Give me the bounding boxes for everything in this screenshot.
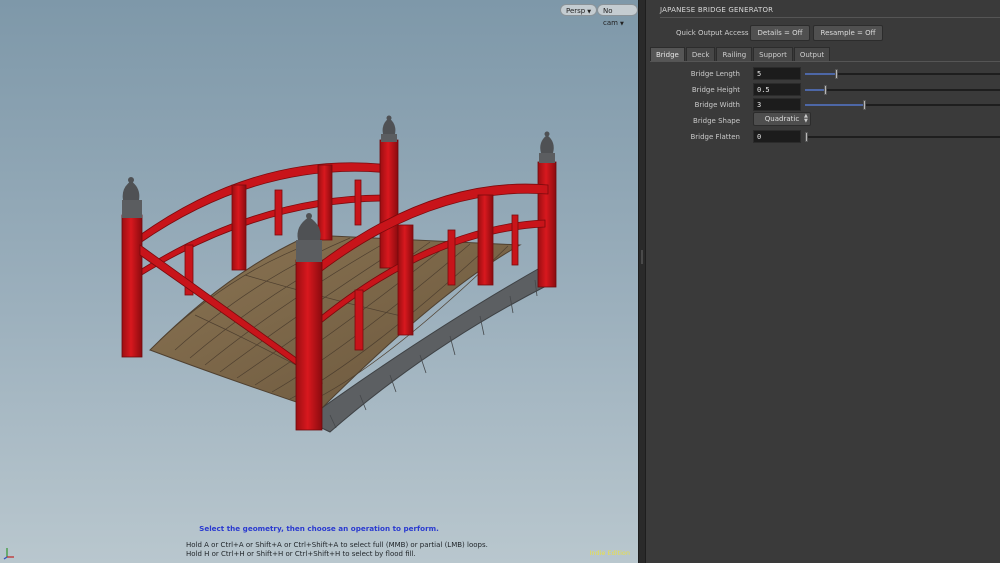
- bridge-height-field[interactable]: 0.5: [753, 83, 801, 96]
- bridge-shape-dropdown[interactable]: Quadratic: [753, 112, 811, 126]
- far-right-post: [537, 131, 557, 288]
- bridge-flatten-slider[interactable]: [805, 132, 1000, 142]
- bridge-height-label: Bridge Height: [691, 86, 740, 94]
- slider-handle[interactable]: [863, 100, 866, 110]
- tab-railing[interactable]: Railing: [716, 47, 753, 61]
- slider-handle[interactable]: [805, 132, 808, 142]
- help-text-loops: Hold A or Ctrl+A or Shift+A or Ctrl+Shif…: [186, 541, 488, 549]
- parameter-tabs: Bridge Deck Railing Support Output: [650, 47, 831, 61]
- back-right-post: [379, 115, 399, 269]
- slider-handle[interactable]: [835, 69, 838, 79]
- bridge-flatten-field[interactable]: 0: [753, 130, 801, 143]
- pane-splitter[interactable]: [638, 0, 646, 563]
- title-divider: [660, 17, 1000, 18]
- bridge-height-slider[interactable]: [805, 85, 1000, 95]
- panel-title: JAPANESE BRIDGE GENERATOR: [660, 6, 774, 14]
- tab-output[interactable]: Output: [793, 47, 831, 61]
- bridge-width-slider[interactable]: [805, 100, 1000, 110]
- bridge-width-label: Bridge Width: [694, 101, 740, 109]
- bridge-geometry[interactable]: [0, 0, 638, 563]
- slider-fill: [805, 73, 836, 75]
- tab-deck[interactable]: Deck: [685, 47, 716, 61]
- tab-bridge[interactable]: Bridge: [650, 47, 685, 61]
- bridge-tab-content: Bridge Length 5 Bridge Height 0.5 Bridge…: [650, 61, 1000, 152]
- bridge-shape-label: Bridge Shape: [693, 117, 740, 125]
- parameter-panel: JAPANESE BRIDGE GENERATOR Quick Output A…: [646, 0, 1000, 563]
- bridge-length-label: Bridge Length: [690, 70, 740, 78]
- resample-toggle-button[interactable]: Resample = Off: [813, 25, 883, 41]
- help-text-flood-fill: Hold H or Ctrl+H or Shift+H or Ctrl+Shif…: [186, 550, 416, 558]
- bridge-width-field[interactable]: 3: [753, 98, 801, 111]
- up-down-arrows-icon[interactable]: ▲ ▼: [804, 114, 808, 124]
- tab-support[interactable]: Support: [753, 47, 793, 61]
- slider-handle[interactable]: [824, 85, 827, 95]
- details-toggle-button[interactable]: Details = Off: [750, 25, 810, 41]
- splitter-grip-icon: [641, 250, 643, 264]
- slider-fill: [805, 104, 864, 106]
- status-hint: Select the geometry, then choose an oper…: [199, 524, 439, 533]
- scene-viewport[interactable]: Persp ▼ No cam ▼ Select the geometry, th…: [0, 0, 638, 563]
- bridge-length-field[interactable]: 5: [753, 67, 801, 80]
- axis-gizmo-icon: [3, 548, 14, 560]
- bridge-flatten-label: Bridge Flatten: [690, 133, 740, 141]
- bridge-length-slider[interactable]: [805, 69, 1000, 79]
- slider-fill: [805, 89, 825, 91]
- front-left-post: [295, 213, 323, 431]
- quick-output-label: Quick Output Access: [676, 29, 749, 37]
- edition-label: Indie Edition: [589, 549, 630, 557]
